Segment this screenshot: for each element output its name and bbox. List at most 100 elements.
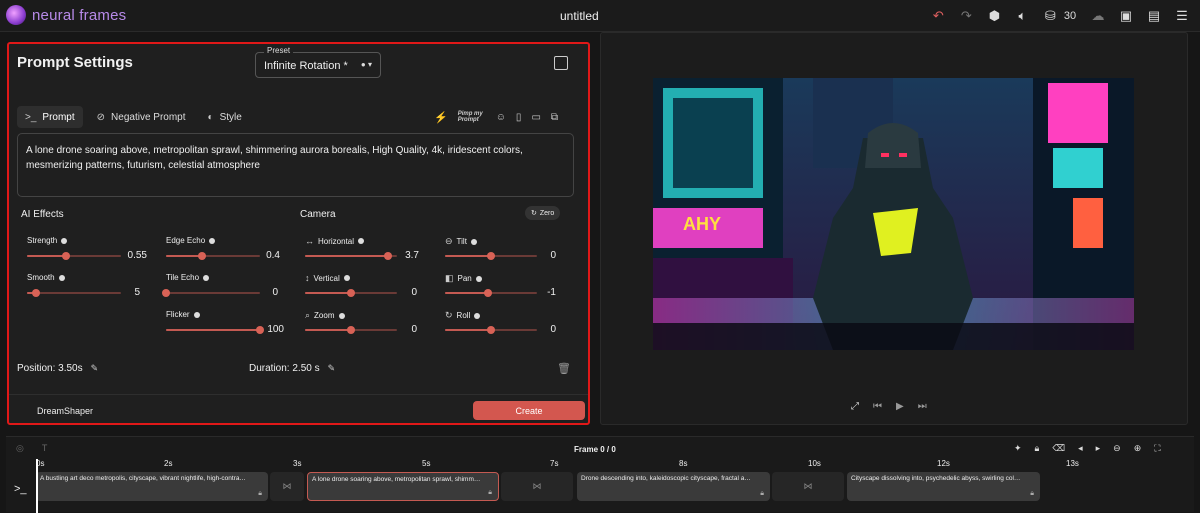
image-upload-icon[interactable] [554, 56, 568, 70]
time-ruler[interactable]: 0s 2s 3s 5s 7s 8s 10s 12s 13s [36, 459, 1186, 471]
slider-value: 0 [411, 324, 417, 335]
slider-track[interactable] [305, 326, 397, 334]
slider-thumb[interactable] [197, 252, 206, 260]
slider-thumb[interactable] [347, 326, 355, 334]
preset-select[interactable]: Preset Infinite Rotation * ● ▾ [255, 46, 381, 78]
transition-marker[interactable]: ⋈ [270, 472, 304, 501]
top-toolbar: ↶ ↷ ⬢ 🔈︎ ⛁ 30 ☁ ▣ ▤ ☰ [930, 6, 1190, 26]
slider-track[interactable] [27, 289, 121, 297]
volume-icon[interactable]: 🔈︎ [1014, 6, 1030, 26]
coins-icon: ⛁ [1044, 8, 1056, 23]
slider-thumb[interactable] [62, 252, 71, 260]
slider-thumb[interactable] [162, 289, 170, 297]
slider-track[interactable] [305, 289, 397, 297]
app-logo[interactable]: neural frames [6, 5, 126, 25]
transition-marker[interactable]: ⋈ [772, 472, 844, 501]
cube-icon[interactable]: ⬢ [986, 6, 1002, 26]
panel-title: Prompt Settings [17, 54, 133, 71]
slider-thumb[interactable] [347, 289, 355, 297]
tab-label: Negative Prompt [111, 111, 186, 123]
slider-track[interactable] [27, 252, 121, 260]
slider-thumb[interactable] [487, 252, 495, 260]
model-name[interactable]: DreamShaper [37, 406, 93, 416]
slider-track[interactable] [445, 326, 537, 334]
clip-text: A lone drone soaring above, metropolitan… [312, 476, 481, 483]
pimp-my-prompt-logo[interactable]: Pimp my Prompt [458, 110, 486, 124]
lock-icon[interactable]: 🔒︎ [258, 490, 262, 498]
arrow-left-icon[interactable]: ◂ [1078, 443, 1083, 454]
lock-icon[interactable]: 🔒︎ [1030, 490, 1034, 498]
tab-style[interactable]: ◐ Style [200, 106, 250, 128]
slider-label: Edge Echo [166, 236, 206, 245]
credits-display[interactable]: ⛁ 30 [1042, 6, 1078, 26]
tick-label: 10s [808, 459, 821, 468]
prompt-tabs: >_ Prompt ⊘ Negative Prompt ◐ Style [17, 106, 250, 128]
document-icon[interactable]: ▤ [1146, 6, 1162, 26]
undo-icon[interactable]: ↶ [930, 6, 946, 26]
prompt-input[interactable]: A lone drone soaring above, metropolitan… [17, 133, 574, 197]
tick-label: 12s [937, 459, 950, 468]
slider-track[interactable] [166, 326, 264, 334]
slider-thumb[interactable] [484, 289, 493, 297]
cloud-icon[interactable]: ☁ [1090, 6, 1106, 26]
sparkle-icon[interactable]: ✦ [1014, 443, 1022, 454]
bolt-icon[interactable]: ⚡ [434, 110, 448, 124]
text-icon[interactable]: T [42, 443, 48, 454]
slider-thumb[interactable] [32, 289, 41, 297]
slider-track[interactable] [445, 252, 537, 260]
clipboard-icon[interactable]: ▯ [516, 110, 522, 124]
play-icon[interactable]: ▶ [896, 401, 904, 412]
eye-off-icon[interactable]: ◎ [16, 443, 24, 454]
pencil-icon[interactable]: ✎ [328, 363, 336, 374]
position-field[interactable]: Position: 3.50s ✎ [17, 363, 98, 374]
pencil-icon[interactable]: ✎ [91, 363, 99, 374]
timeline-clip-selected[interactable]: A lone drone soaring above, metropolitan… [307, 472, 499, 501]
transition-icon: ⋈ [282, 481, 292, 491]
tab-label: Prompt [42, 111, 75, 123]
redo-icon[interactable]: ↷ [958, 6, 974, 26]
zoom-icon: ⌕ [305, 310, 311, 320]
slider-track[interactable] [305, 252, 397, 260]
arrow-right-icon[interactable]: ▸ [1096, 443, 1101, 454]
timeline-clip[interactable]: Drone descending into, kaleidoscopic cit… [577, 472, 770, 501]
preview-panel: AHY ⤢ ⏮︎ ▶ ⏭︎ [600, 32, 1188, 425]
slider-track[interactable] [445, 289, 537, 297]
lock-icon[interactable]: 🔒︎ [760, 490, 764, 498]
transition-marker[interactable]: ⋈ [501, 472, 573, 501]
zero-button[interactable]: ↻ Zero [525, 206, 561, 220]
copy-icon[interactable]: ⧉ [551, 110, 558, 124]
tab-prompt[interactable]: >_ Prompt [17, 106, 83, 128]
clip-text: A bustling art deco metropolis, cityscap… [40, 475, 246, 482]
info-icon [61, 237, 68, 244]
lock-icon[interactable]: 🔒︎ [488, 489, 492, 497]
zoom-in-icon[interactable]: ⊕ [1134, 443, 1142, 454]
timeline-clip[interactable]: Cityscape dissolving into, psychedelic a… [847, 472, 1040, 501]
fit-icon[interactable]: ⛶ [1154, 443, 1160, 454]
skip-forward-icon[interactable]: ⏭︎ [918, 401, 927, 412]
trash-icon[interactable]: 🗑︎ [557, 362, 571, 375]
menu-icon[interactable]: ☰ [1174, 6, 1190, 26]
slider-track[interactable] [162, 289, 260, 297]
create-button[interactable]: Create [473, 401, 585, 420]
lock-icon[interactable]: 🔒︎ [1035, 443, 1040, 454]
folder-icon[interactable]: ▭ [531, 110, 540, 124]
slider-thumb[interactable] [487, 326, 495, 334]
terminal-icon: >_ [25, 111, 37, 123]
expand-icon[interactable]: ⤢ [851, 401, 859, 412]
timeline-clip[interactable]: A bustling art deco metropolis, cityscap… [36, 472, 268, 501]
robot-icon[interactable]: ☺ [496, 110, 506, 124]
tilt-icon: ⊖ [445, 236, 453, 246]
duration-field[interactable]: Duration: 2.50 s ✎ [249, 363, 335, 374]
slider-value: 3.7 [405, 250, 419, 261]
zoom-out-icon[interactable]: ⊖ [1113, 443, 1121, 454]
eraser-icon[interactable]: ⌫ [1052, 443, 1065, 454]
playback-controls: ⤢ ⏮︎ ▶ ⏭︎ [851, 401, 927, 412]
tab-negative-prompt[interactable]: ⊘ Negative Prompt [89, 106, 194, 128]
position-value: Position: 3.50s [17, 363, 83, 374]
slider-thumb[interactable] [383, 252, 392, 260]
document-title[interactable]: untitled [560, 9, 599, 23]
playhead[interactable] [36, 459, 38, 513]
slider-track[interactable] [166, 252, 260, 260]
save-icon[interactable]: ▣ [1118, 6, 1134, 26]
skip-back-icon[interactable]: ⏮︎ [873, 401, 882, 412]
